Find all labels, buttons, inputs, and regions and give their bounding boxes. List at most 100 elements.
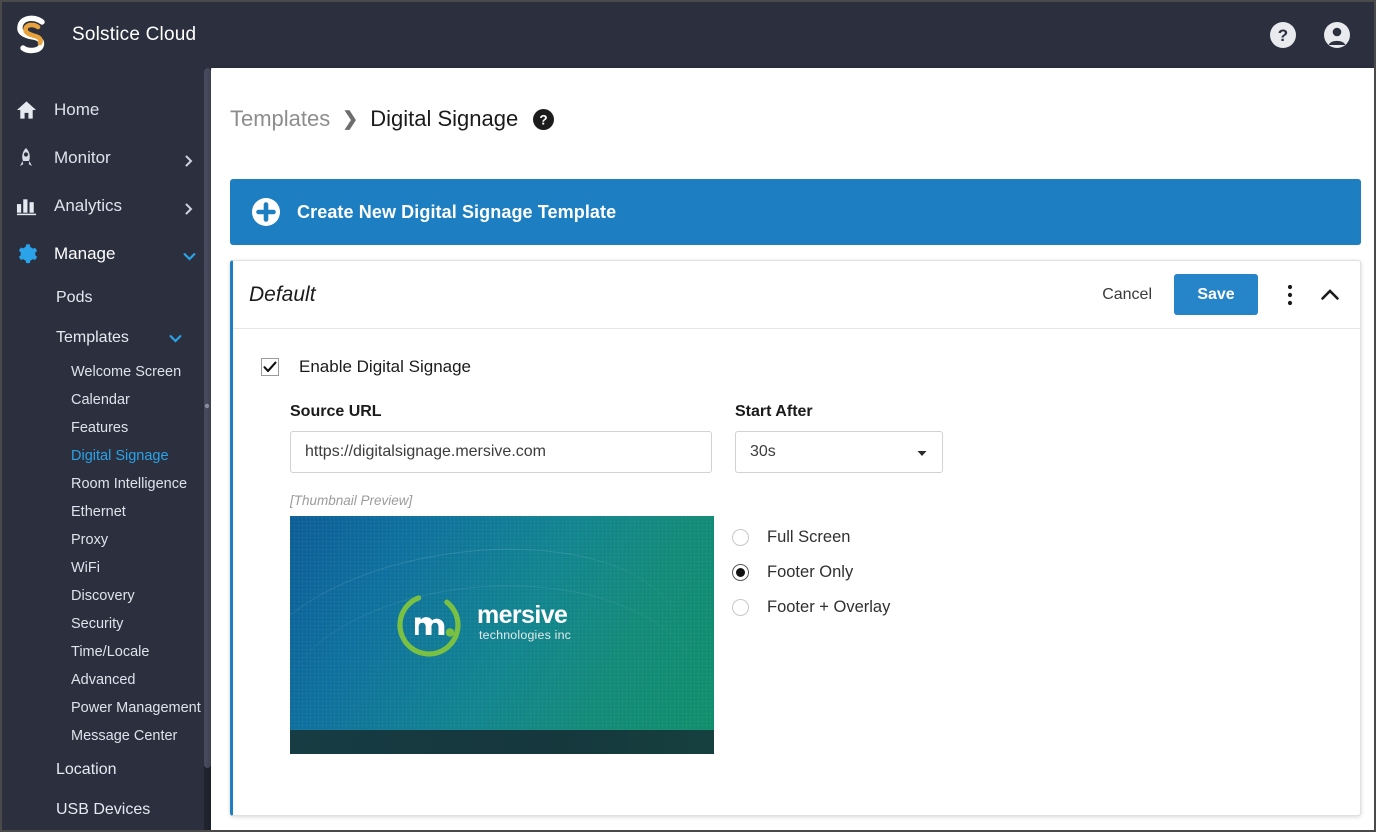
app-window: Solstice Cloud ? Home Monitor Analytics …	[0, 0, 1376, 832]
radio-button[interactable]	[732, 529, 749, 546]
sidebar-item-pods[interactable]: Pods	[2, 278, 211, 318]
card-header: Default Cancel Save	[233, 261, 1360, 329]
top-bar-actions: ?	[1268, 20, 1374, 50]
help-circle-icon[interactable]: ?	[1268, 20, 1298, 50]
sidebar-item-advanced[interactable]: Advanced	[2, 666, 211, 694]
sidebar-item-label: Time/Locale	[71, 644, 150, 660]
sidebar-collapse-handle[interactable]	[202, 398, 211, 409]
sidebar-item-label: Features	[71, 420, 129, 436]
sidebar-item-label: Welcome Screen	[71, 364, 182, 380]
start-after-value: 30s	[750, 443, 776, 460]
mersive-wordmark: mersive technologies inc	[477, 599, 609, 652]
save-button[interactable]: Save	[1174, 274, 1258, 315]
sidebar-item-label: USB Devices	[56, 801, 151, 818]
sidebar: Home Monitor Analytics Manage Pods Templ…	[2, 68, 211, 830]
chevron-up-icon[interactable]	[1318, 283, 1342, 307]
sidebar-item-label: Calendar	[71, 392, 130, 408]
chevron-down-icon	[183, 248, 196, 261]
sidebar-item-calendar[interactable]: Calendar	[2, 386, 211, 414]
sidebar-item-room-intelligence[interactable]: Room Intelligence	[2, 470, 211, 498]
template-card: Default Cancel Save Enable Digital Signa…	[230, 260, 1361, 816]
sidebar-item-security[interactable]: Security	[2, 610, 211, 638]
sidebar-item-features[interactable]: Features	[2, 414, 211, 442]
preview-row: mersive technologies inc Full Screen Foo…	[290, 516, 1360, 754]
mersive-m-circle-logo: mersive technologies inc	[395, 591, 609, 659]
sidebar-item-manage[interactable]: Manage	[2, 230, 211, 278]
account-circle-icon[interactable]	[1322, 20, 1352, 50]
radio-option-footer-overlay[interactable]: Footer + Overlay	[732, 590, 890, 625]
breadcrumb-templates[interactable]: Templates	[230, 106, 330, 132]
sidebar-item-home[interactable]: Home	[2, 86, 211, 134]
rocket-icon	[16, 147, 46, 169]
sidebar-item-welcome-screen[interactable]: Welcome Screen	[2, 358, 211, 386]
card-body: Enable Digital Signage Source URL Start …	[233, 329, 1360, 754]
sidebar-item-message-center[interactable]: Message Center	[2, 722, 211, 750]
sidebar-item-time-locale[interactable]: Time/Locale	[2, 638, 211, 666]
sidebar-item-label: Monitor	[54, 148, 111, 167]
svg-text:technologies inc: technologies inc	[479, 628, 571, 642]
svg-text:?: ?	[540, 112, 548, 127]
sidebar-scrollbar-thumb[interactable]	[204, 68, 211, 768]
chevron-down-icon	[169, 332, 182, 344]
sidebar-item-discovery[interactable]: Discovery	[2, 582, 211, 610]
form-fields: Source URL Start After 30s	[290, 403, 1360, 473]
top-bar: Solstice Cloud ?	[2, 2, 1374, 68]
radio-option-footer-only[interactable]: Footer Only	[732, 555, 890, 590]
radio-option-full-screen[interactable]: Full Screen	[732, 520, 890, 555]
card-actions: Cancel Save	[1102, 274, 1342, 315]
sidebar-item-label: Power Management	[71, 700, 201, 716]
solstice-s-logo[interactable]	[2, 2, 64, 68]
radio-label: Full Screen	[767, 528, 851, 546]
thumbnail-preview-caption: [Thumbnail Preview]	[290, 493, 413, 508]
sidebar-item-label: Ethernet	[71, 504, 126, 520]
sidebar-item-label: Security	[71, 616, 124, 632]
thumbnail-footer-bar	[290, 730, 714, 754]
display-mode-radio-group: Full Screen Footer Only Footer + Overlay	[732, 516, 890, 754]
radio-button[interactable]	[732, 599, 749, 616]
sidebar-item-label: Location	[56, 761, 117, 778]
brand-title: Solstice Cloud	[72, 24, 197, 45]
svg-text:mersive: mersive	[477, 601, 568, 629]
main-content: Templates ❯ Digital Signage ? Create New…	[211, 68, 1374, 830]
sidebar-item-location[interactable]: Location	[2, 750, 211, 790]
sidebar-item-label: Room Intelligence	[71, 476, 188, 492]
sidebar-item-power-management[interactable]: Power Management	[2, 694, 211, 722]
sidebar-item-wifi[interactable]: WiFi	[2, 554, 211, 582]
kebab-menu-icon[interactable]	[1280, 282, 1300, 308]
sidebar-item-label: Discovery	[71, 588, 135, 604]
sidebar-item-label: Manage	[54, 244, 116, 263]
source-url-label: Source URL	[290, 403, 382, 420]
create-new-template-label: Create New Digital Signage Template	[297, 201, 617, 222]
content-panel: Templates ❯ Digital Signage ? Create New…	[211, 68, 1374, 830]
gear-icon	[16, 243, 46, 265]
enable-digital-signage-checkbox[interactable]	[261, 358, 279, 376]
template-name: Default	[249, 282, 316, 306]
sidebar-item-digital-signage[interactable]: Digital Signage	[2, 442, 211, 470]
sidebar-item-templates[interactable]: Templates	[2, 318, 211, 358]
bar-chart-icon	[16, 196, 46, 216]
home-icon	[16, 100, 46, 120]
sidebar-item-monitor[interactable]: Monitor	[2, 134, 211, 182]
source-url-input[interactable]	[290, 431, 712, 473]
sidebar-item-usb-devices[interactable]: USB Devices	[2, 790, 211, 830]
sidebar-item-label: Home	[54, 100, 100, 119]
radio-button[interactable]	[732, 564, 749, 581]
sidebar-scrollbar[interactable]	[204, 68, 211, 830]
start-after-field: Start After 30s	[735, 403, 943, 473]
sidebar-item-proxy[interactable]: Proxy	[2, 526, 211, 554]
sidebar-item-label: Message Center	[71, 728, 178, 744]
sidebar-item-label: Advanced	[71, 672, 136, 688]
create-new-template-button[interactable]: Create New Digital Signage Template	[230, 179, 1361, 245]
breadcrumb: Templates ❯ Digital Signage ?	[230, 106, 555, 132]
cancel-button[interactable]: Cancel	[1102, 286, 1152, 304]
radio-label: Footer Only	[767, 563, 854, 581]
sidebar-item-ethernet[interactable]: Ethernet	[2, 498, 211, 526]
svg-text:?: ?	[1278, 26, 1288, 45]
help-circle-icon[interactable]: ?	[533, 108, 555, 130]
start-after-select[interactable]: 30s	[735, 431, 943, 473]
breadcrumb-separator-icon: ❯	[342, 108, 359, 130]
sidebar-item-label: Proxy	[71, 532, 109, 548]
source-url-field: Source URL	[290, 403, 712, 473]
sidebar-item-analytics[interactable]: Analytics	[2, 182, 211, 230]
sidebar-item-label: Digital Signage	[71, 448, 169, 464]
